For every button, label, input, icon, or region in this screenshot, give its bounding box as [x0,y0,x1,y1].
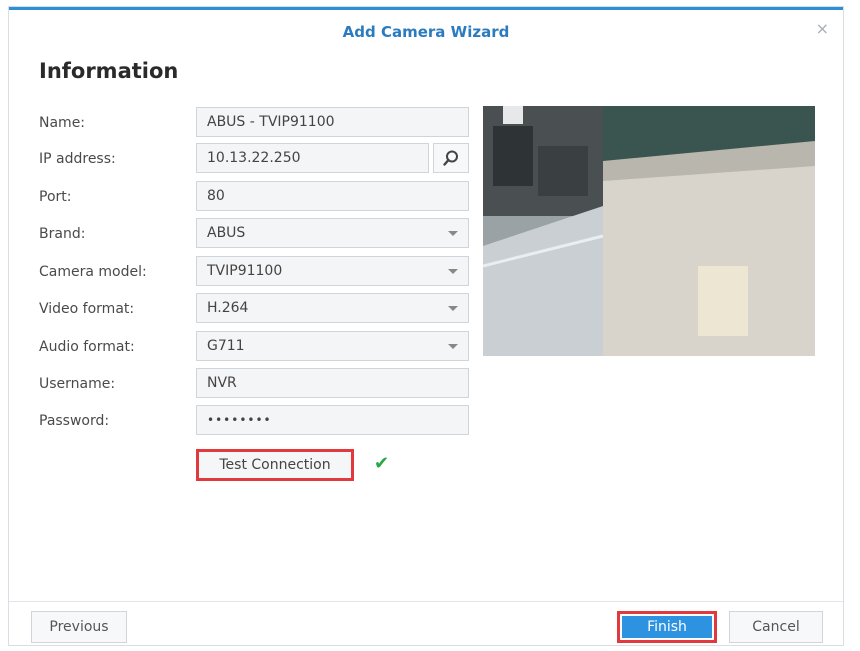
audio-format-label: Audio format: [39,339,135,355]
name-field[interactable]: ABUS - TVIP91100 [196,107,469,137]
search-icon [443,150,458,166]
brand-select[interactable]: ABUS [196,218,469,248]
ip-address-field[interactable]: 10.13.22.250 [196,143,429,173]
dialog-title: Add Camera Wizard [342,23,510,41]
ip-address-label: IP address: [39,151,116,167]
username-label: Username: [39,376,116,392]
video-format-select[interactable]: H.264 [196,293,469,323]
brand-label: Brand: [39,226,86,242]
port-label: Port: [39,189,72,205]
previous-button[interactable]: Previous [31,611,127,643]
dialog-top-accent [9,7,843,10]
close-icon[interactable]: × [816,19,829,38]
add-camera-wizard-dialog: Add Camera Wizard × Information Name: IP… [8,6,844,646]
video-format-label: Video format: [39,301,135,317]
finish-button[interactable]: Finish [622,616,712,638]
finish-button-highlight[interactable]: Finish [617,611,717,643]
cancel-button[interactable]: Cancel [729,611,823,643]
camera-preview-image [483,106,815,356]
password-label: Password: [39,413,110,429]
audio-format-select[interactable]: G711 [196,331,469,361]
test-connection-button[interactable]: Test Connection [196,449,354,481]
section-title: Information [39,59,179,83]
name-label: Name: [39,115,86,131]
footer-divider [9,601,843,602]
camera-model-label: Camera model: [39,264,147,280]
camera-preview [483,106,815,356]
ip-search-button[interactable] [433,143,469,173]
password-field[interactable]: •••••••• [196,405,469,435]
camera-model-select[interactable]: TVIP91100 [196,256,469,286]
port-field[interactable]: 80 [196,181,469,211]
username-field[interactable]: NVR [196,368,469,398]
checkmark-icon: ✔ [374,453,390,474]
